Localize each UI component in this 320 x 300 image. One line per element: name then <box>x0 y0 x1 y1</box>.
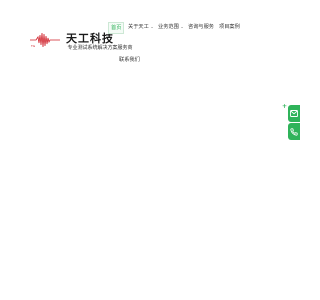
nav-item-about[interactable]: 关于天工 ⌄ <box>128 22 154 32</box>
nav-item-label: 首页 <box>111 25 122 31</box>
nav-item-consulting[interactable]: 咨询与服务 <box>188 22 214 32</box>
mail-button[interactable] <box>288 105 300 122</box>
phone-icon <box>290 127 298 136</box>
nav-item-home[interactable]: 首页 <box>108 22 125 34</box>
chevron-down-icon: ⌄ <box>180 24 184 29</box>
plus-icon[interactable]: + <box>282 104 287 110</box>
phone-button[interactable] <box>288 123 300 140</box>
mail-icon <box>290 110 298 117</box>
nav-item-label: 关于天工 <box>128 24 149 30</box>
page: TG 天工科技 专业测试系统解决方案服务商 首页 关于天工 ⌄ 业务范围 ⌄ 咨… <box>0 0 300 300</box>
brand-name: 天工科技 <box>66 32 114 45</box>
nav-item-business[interactable]: 业务范围 ⌄ <box>158 22 184 32</box>
chevron-down-icon: ⌄ <box>150 24 154 29</box>
nav-item-label: 联系我们 <box>119 57 140 63</box>
nav-item-label: 业务范围 <box>158 24 179 30</box>
brand-slogan: 专业测试系统解决方案服务商 <box>67 45 133 51</box>
nav-item-label: 项目案例 <box>219 24 240 30</box>
nav-item-contact[interactable]: 联系我们 <box>119 55 140 65</box>
nav-item-projects[interactable]: 项目案例 <box>219 22 240 32</box>
logo-tag: TG <box>31 44 36 48</box>
nav-item-label: 咨询与服务 <box>188 24 214 30</box>
